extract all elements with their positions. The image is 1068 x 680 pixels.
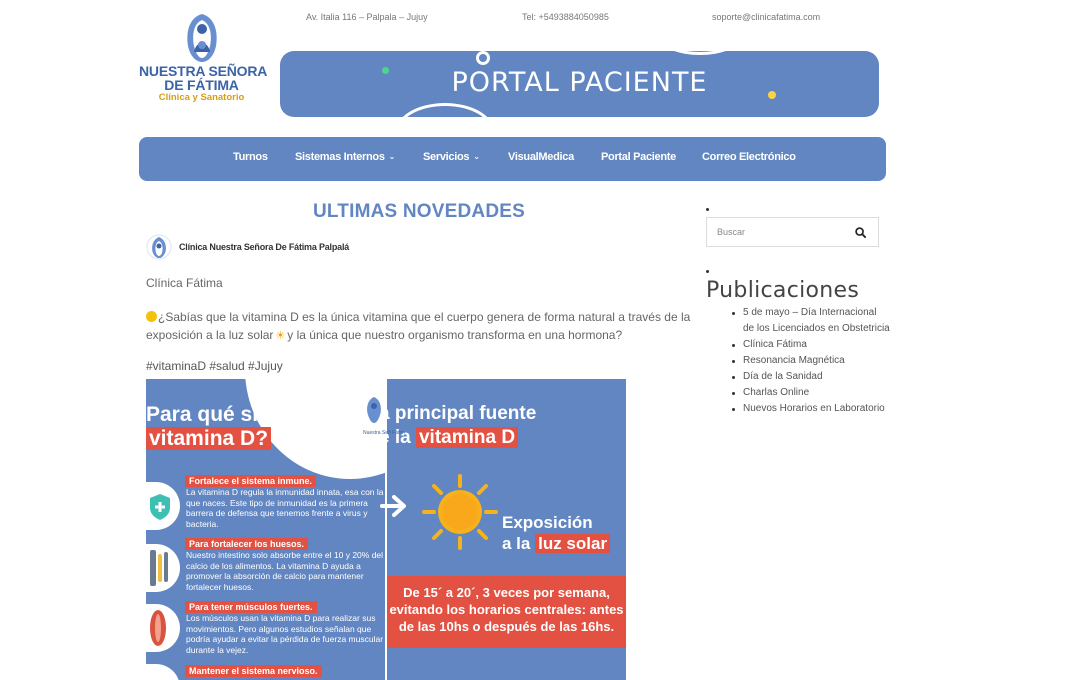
thinking-face-icon [146,311,157,322]
search-input[interactable] [707,218,847,246]
publication-link[interactable]: Nuevos Horarios en Laboratorio [743,403,885,414]
frequency-line1: De 15´ a 20´, 3 veces por semana, [403,585,610,600]
logo-icon [186,14,217,62]
nav-label: VisualMedica [508,151,574,163]
image-title-line1: Para qué sirve [146,403,290,426]
portal-paciente-banner[interactable]: PORTAL PACIENTE [280,51,879,117]
image-title-line1: a principal fuente [387,403,537,424]
site-logo[interactable]: NUESTRA SEÑORA DE FÁTIMA Clínica y Sanat… [139,12,268,114]
contact-phone[interactable]: Tel: +5493884050985 [522,12,609,22]
shield-icon [146,482,180,530]
post-hashtags[interactable]: #vitaminaD #salud #Jujuy [146,359,283,373]
frequency-line2-pre: evitando los horarios centrales: [389,602,586,617]
post-image-sun-exposure[interactable]: a principal fuente e la vitamina D Expos… [387,379,626,680]
publication-link[interactable]: 5 de mayo – Día Internacional de los Lic… [743,307,890,334]
decorative-ring [660,51,740,55]
publication-link[interactable]: Charlas Online [743,387,809,398]
decorative-ring [395,103,495,117]
nav-label: Turnos [233,151,268,163]
nav-item-turnos[interactable]: Turnos [233,151,268,163]
frequency-line2: evitando los horarios centrales: antes [387,601,626,618]
contact-email[interactable]: soporte@clinicafatima.com [712,12,820,22]
exposure-line2-pre: a la [502,534,531,553]
widget-bullet [706,270,709,273]
image-title-line2-highlight: vitamina D [415,427,519,448]
benefit-title: Mantener el sistema nervioso. [185,665,322,677]
avatar [146,234,172,260]
section-title: ULTIMAS NOVEDADES [312,201,526,222]
benefit-title: Para tener músculos fuertes. [185,601,317,613]
nav-item-servicios[interactable]: Servicios ⌄ [423,151,480,163]
exposure-line1: Exposición [502,513,593,532]
search-button[interactable] [842,218,878,246]
exposure-line2: a la luz solar [502,533,611,554]
benefit-title: Fortalece el sistema inmune. [185,475,317,487]
exposure-line2-highlight: luz solar [535,534,611,553]
search-form [706,217,879,247]
nav-item-sistemas-internos[interactable]: Sistemas Internos ⌄ [295,151,395,163]
sun-emoji-icon: ☀ [275,330,286,342]
frequency-box: De 15´ a 20´, 3 veces por semana, evitan… [387,576,626,648]
contact-address: Av. Italia 116 – Palpala – Jujuy [306,12,428,22]
arrow-right-icon [380,495,406,517]
post-text: ¿Sabías que la vitamina D es la única vi… [146,308,692,345]
logo-subtitle: Clínica y Sanatorio [158,92,245,103]
logo-name-line1: NUESTRA SEÑORA [139,63,268,79]
muscle-icon [146,604,180,652]
publication-link[interactable]: Resonancia Magnética [743,355,845,366]
list-item: 5 de mayo – Día Internacional de los Lic… [730,305,890,337]
exposure-label: Exposición a la luz solar [502,512,611,554]
image-title-line2: e la vitamina D [387,427,519,449]
banner-title: PORTAL PACIENTE [451,67,708,98]
list-item: Clínica Fátima [730,337,890,353]
nav-label: Servicios [423,151,470,163]
list-item: Resonancia Magnética [730,353,890,369]
frequency-line2-post: antes [589,602,624,617]
sun-icon [422,474,498,550]
benefit-body: Los músculos usan la vitamina D para rea… [186,613,384,655]
publications-list: 5 de mayo – Día Internacional de los Lic… [730,305,890,417]
chevron-down-icon: ⌄ [388,152,396,161]
list-item: Día de la Sanidad [730,369,890,385]
publication-link[interactable]: Día de la Sanidad [743,371,823,382]
benefit-body: La vitamina D regula la inmunidad innata… [186,487,384,529]
image-title-line2: vitamina D? [146,427,272,450]
nav-label: Sistemas Internos [295,151,385,163]
frequency-line3: de las 10hs o después de las 16hs. [398,619,615,634]
decorative-ring [476,51,490,65]
mini-logo: Nuestra Señ Fátim [363,395,405,443]
mini-logo-text: Nuestra Señ Fátim [363,430,405,436]
publication-link[interactable]: Clínica Fátima [743,339,807,350]
nav-label: Correo Electrónico [702,151,796,163]
nav-label: Portal Paciente [601,151,676,163]
post-author: Clínica Fátima [146,276,223,290]
widget-bullet [706,208,709,211]
post-image-vitamin-d-benefits[interactable]: Para qué sirve vitamina D? Fortalece el … [146,379,385,680]
publications-title: Publicaciones [706,278,860,303]
chevron-down-icon: ⌄ [473,152,480,161]
bone-icon [146,544,180,592]
benefit-body: Nuestro intestino solo absorbe entre el … [186,550,384,592]
nav-item-correo-electronico[interactable]: Correo Electrónico [702,151,796,163]
nervous-system-icon [146,664,180,680]
logo-icon [367,397,381,423]
logo-name-line2: DE FÁTIMA [164,77,239,93]
post-text-end: y la única que nuestro organismo transfo… [287,328,623,342]
main-navigation: Turnos Sistemas Internos ⌄ Servicios ⌄ Vis… [139,137,886,181]
post-page-name[interactable]: Clínica Nuestra Señora De Fátima Palpalá [179,242,349,252]
nav-item-visualmedica[interactable]: VisualMedica [508,151,574,163]
search-icon [854,226,866,238]
nav-item-portal-paciente[interactable]: Portal Paciente [601,151,676,163]
benefit-title: Para fortalecer los huesos. [185,538,309,550]
post-header[interactable]: Clínica Nuestra Señora De Fátima Palpalá [146,234,349,260]
list-item: Nuevos Horarios en Laboratorio [730,401,890,417]
list-item: Charlas Online [730,385,890,401]
